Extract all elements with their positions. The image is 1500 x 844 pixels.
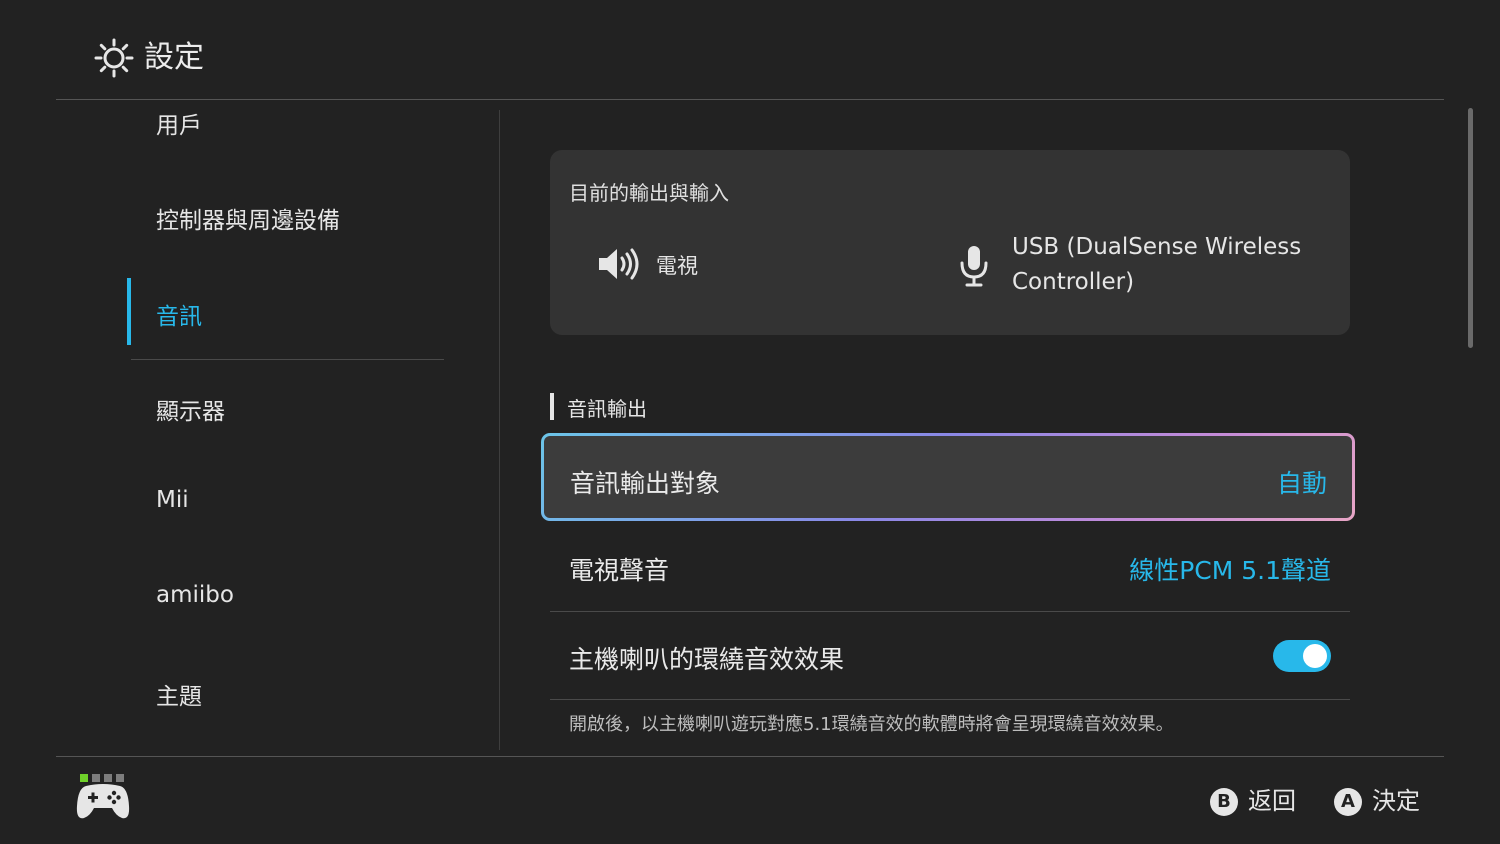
setting-label: 音訊輸出對象 bbox=[570, 469, 721, 498]
setting-row-tv-sound[interactable]: 電視聲音 線性PCM 5.1聲道 bbox=[550, 523, 1350, 611]
sidebar-item-audio[interactable]: 音訊 bbox=[156, 297, 202, 331]
sidebar-item-controllers[interactable]: 控制器與周邊設備 bbox=[156, 201, 340, 235]
header-divider bbox=[56, 99, 1444, 100]
input-device-label: USB (DualSense Wireless Controller) bbox=[1012, 234, 1302, 295]
row-divider bbox=[550, 699, 1350, 700]
sidebar-content-divider bbox=[499, 110, 500, 750]
setting-value: 線性PCM 5.1聲道 bbox=[1129, 556, 1331, 585]
a-button-icon: A bbox=[1334, 788, 1362, 816]
header: 設定 bbox=[0, 0, 1500, 100]
footer-divider bbox=[56, 756, 1444, 757]
controller-icon bbox=[76, 784, 130, 819]
setting-label: 主機喇叭的環繞音效效果 bbox=[569, 645, 845, 674]
gear-icon bbox=[94, 38, 134, 78]
back-label: 返回 bbox=[1248, 787, 1296, 815]
sidebar-item-display[interactable]: 顯示器 bbox=[156, 392, 225, 426]
page-title: 設定 bbox=[144, 40, 204, 75]
output-device-label: 電視 bbox=[656, 254, 698, 278]
sidebar-divider bbox=[131, 359, 444, 360]
current-io-card: 目前的輸出與輸入 電視 USB (DualSense Wireless Cont… bbox=[550, 150, 1350, 335]
scrollbar[interactable] bbox=[1468, 108, 1473, 348]
toggle-knob bbox=[1303, 644, 1327, 668]
confirm-label: 決定 bbox=[1372, 787, 1420, 815]
io-card-title: 目前的輸出與輸入 bbox=[569, 181, 729, 205]
sidebar-item-themes[interactable]: 主題 bbox=[156, 677, 202, 711]
setting-value: 自動 bbox=[1276, 469, 1327, 498]
back-button[interactable]: B 返回 bbox=[1210, 781, 1296, 816]
setting-description: 開啟後，以主機喇叭遊玩對應5.1環繞音效的軟體時將會呈現環繞音效效果。 bbox=[569, 714, 1174, 735]
setting-row-surround-effect[interactable]: 主機喇叭的環繞音效效果 bbox=[550, 612, 1350, 700]
b-button-icon: B bbox=[1210, 788, 1238, 816]
sidebar-item-users[interactable]: 用戶 bbox=[156, 106, 202, 140]
section-marker bbox=[550, 393, 554, 420]
sidebar-active-indicator bbox=[127, 278, 131, 345]
setting-label: 電視聲音 bbox=[569, 556, 670, 585]
microphone-icon bbox=[960, 246, 988, 287]
sidebar-item-amiibo[interactable]: amiibo bbox=[156, 582, 234, 608]
setting-row-audio-output-target[interactable]: 音訊輸出對象 自動 bbox=[541, 433, 1355, 521]
confirm-button[interactable]: A 決定 bbox=[1334, 781, 1420, 816]
speaker-icon bbox=[599, 248, 639, 280]
section-title: 音訊輸出 bbox=[567, 397, 647, 421]
surround-toggle[interactable] bbox=[1273, 640, 1331, 672]
sidebar-item-mii[interactable]: Mii bbox=[156, 487, 189, 513]
